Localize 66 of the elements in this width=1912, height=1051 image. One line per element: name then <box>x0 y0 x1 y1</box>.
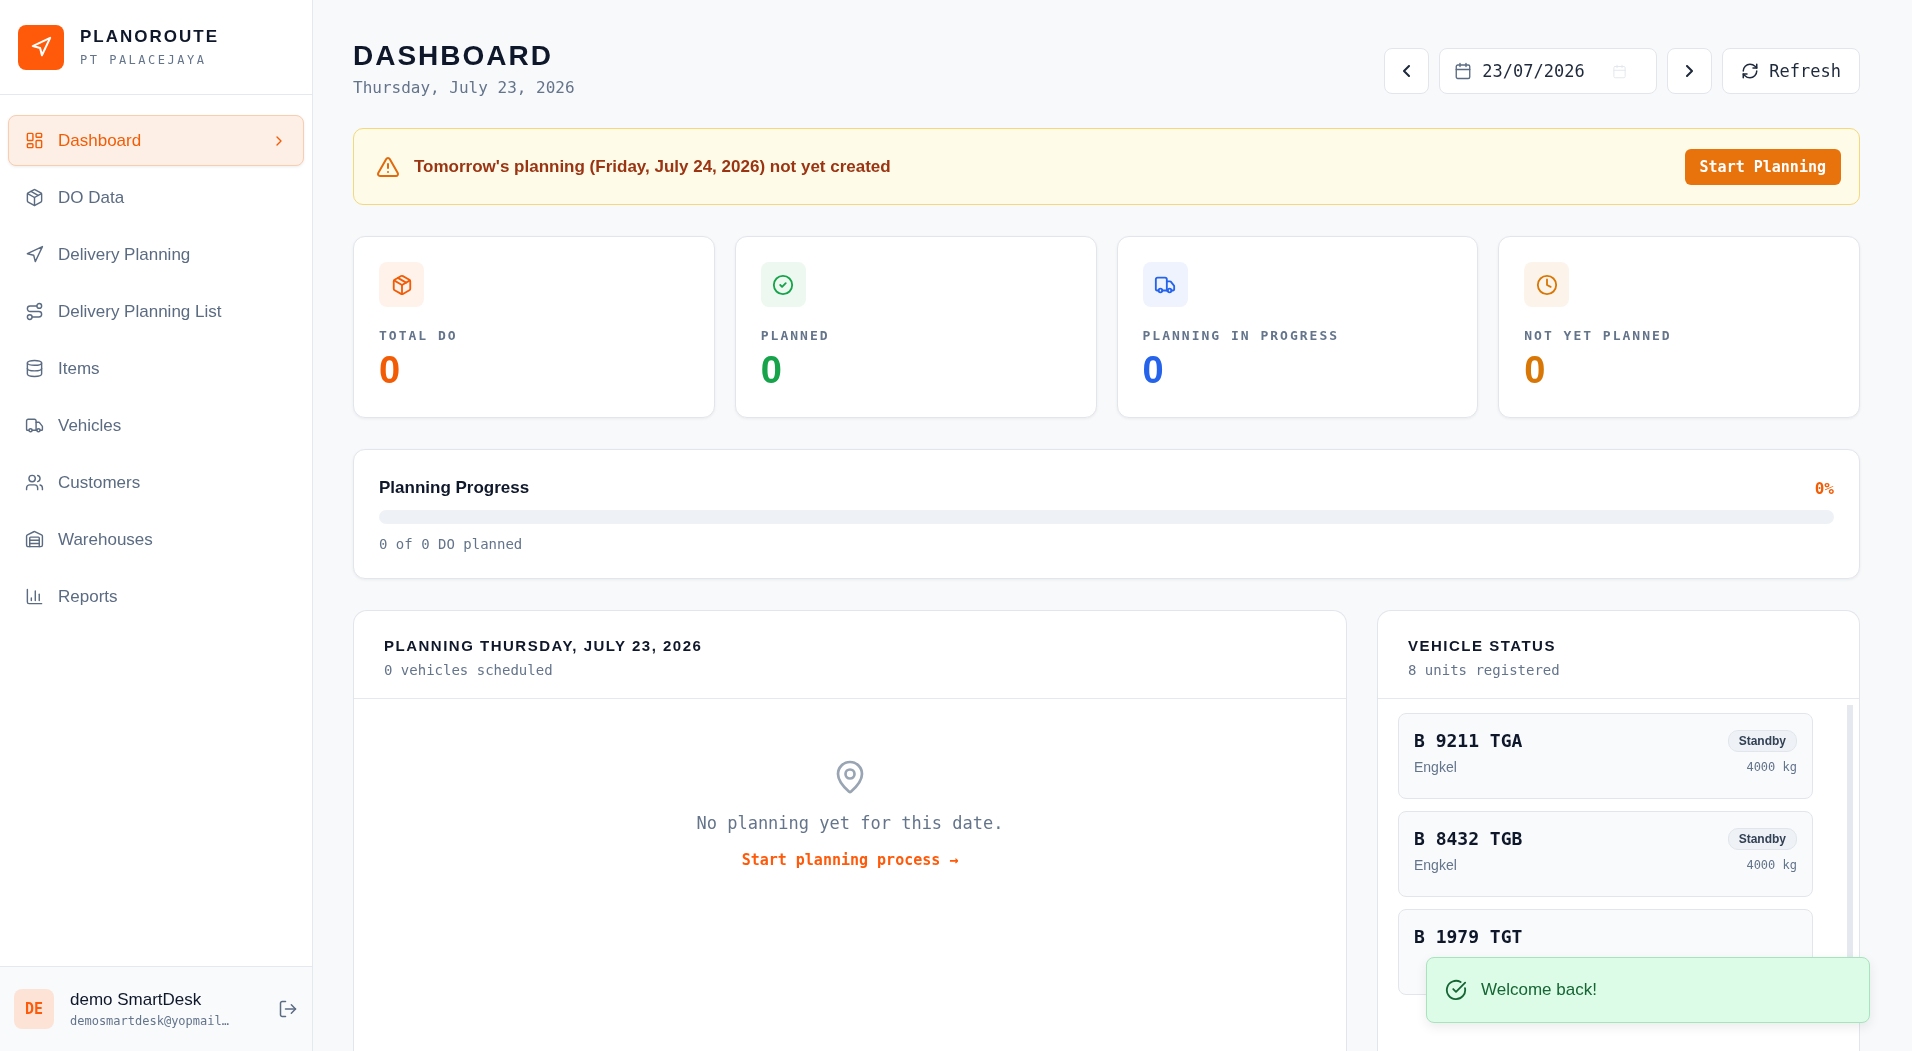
sidebar-item[interactable]: Items <box>8 343 304 394</box>
vehicle-capacity: 4000 kg <box>1746 760 1797 774</box>
chevron-left-icon <box>1403 65 1411 77</box>
refresh-button[interactable]: Refresh <box>1722 48 1860 94</box>
sidebar-item[interactable]: Delivery Planning <box>8 229 304 280</box>
vehicle-plate: B 9211 TGA <box>1414 730 1523 751</box>
vehicle-plate: B 1979 TGT <box>1414 926 1523 947</box>
warning-message: Tomorrow's planning (Friday, July 24, 2026) not yet created <box>414 156 892 177</box>
sidebar-item[interactable]: Delivery Planning List <box>8 286 304 337</box>
sidebar-item[interactable]: Dashboard <box>8 115 304 166</box>
sidebar-item[interactable]: Vehicles <box>8 400 304 451</box>
calendar-picker-icon[interactable] <box>1612 63 1628 79</box>
sidebar-item[interactable]: DO Data <box>8 172 304 223</box>
vehicle-capacity: 4000 kg <box>1746 858 1797 872</box>
user-name: demo SmartDesk <box>70 990 203 1010</box>
stat-label: PLANNING IN PROGRESS <box>1142 328 1341 343</box>
panel-subtitle: 8 units registered <box>1408 662 1561 678</box>
truck-icon <box>25 416 44 435</box>
stat-label: NOT YET PLANNED <box>1524 328 1673 343</box>
panel-title: PLANNING THURSDAY, JULY 23, 2026 <box>384 637 704 654</box>
stat-value: 0 <box>1142 349 1165 392</box>
next-day-button[interactable] <box>1667 48 1713 94</box>
previous-day-button[interactable] <box>1384 48 1430 94</box>
status-badge: Standby <box>1727 828 1797 850</box>
users-icon <box>25 473 44 492</box>
chevron-right-icon <box>1686 65 1694 77</box>
status-badge: Standby <box>1727 730 1797 752</box>
navigation-arrow-icon <box>25 245 44 264</box>
stat-value: 0 <box>379 349 402 392</box>
panel-title: VEHICLE STATUS <box>1408 637 1557 654</box>
progress-caption: 0 of 0 DO planned <box>379 536 524 552</box>
stat-value: 0 <box>1524 349 1547 392</box>
start-planning-button[interactable]: Start Planning <box>1684 148 1841 185</box>
sidebar-item[interactable]: Customers <box>8 457 304 508</box>
warning-icon <box>376 154 400 179</box>
box-icon <box>25 188 44 207</box>
progress-percent: 0% <box>1814 478 1834 498</box>
logout-button[interactable] <box>278 999 298 1019</box>
panel-subtitle: 0 vehicles scheduled <box>384 662 554 678</box>
user-avatar: DE <box>14 989 54 1029</box>
calendar-icon <box>1454 62 1473 80</box>
check-circle-icon <box>1445 979 1467 1001</box>
company-name: PT PALACEJAYA <box>80 53 208 67</box>
refresh-icon <box>1741 62 1760 80</box>
warehouse-icon <box>25 530 44 549</box>
page-date: Thursday, July 23, 2026 <box>353 78 575 97</box>
stat-value: 0 <box>760 349 783 392</box>
start-planning-link[interactable]: Start planning process → <box>741 851 959 869</box>
stat-label: PLANNED <box>760 328 831 343</box>
toast-message: Welcome back! <box>1481 980 1597 1000</box>
vehicle-plate: B 8432 TGB <box>1414 828 1523 849</box>
sidebar-item[interactable]: Reports <box>8 571 304 622</box>
user-email: demosmartdesk@yopmail… <box>70 1014 230 1028</box>
stat-label: TOTAL DO <box>379 328 459 343</box>
bar-chart-icon <box>25 587 44 606</box>
page-title: DASHBOARD <box>353 40 554 72</box>
empty-message: No planning yet for this date. <box>696 813 1004 833</box>
vehicle-type: Engkel <box>1414 857 1457 873</box>
route-icon <box>25 302 44 321</box>
brand-name: PLANOROUTE <box>80 27 219 47</box>
database-icon <box>25 359 44 378</box>
progress-title: Planning Progress <box>379 478 530 498</box>
sidebar-item[interactable]: Warehouses <box>8 514 304 565</box>
vehicle-type: Engkel <box>1414 759 1457 775</box>
dashboard-grid-icon <box>25 131 44 150</box>
app-logo <box>18 24 64 70</box>
